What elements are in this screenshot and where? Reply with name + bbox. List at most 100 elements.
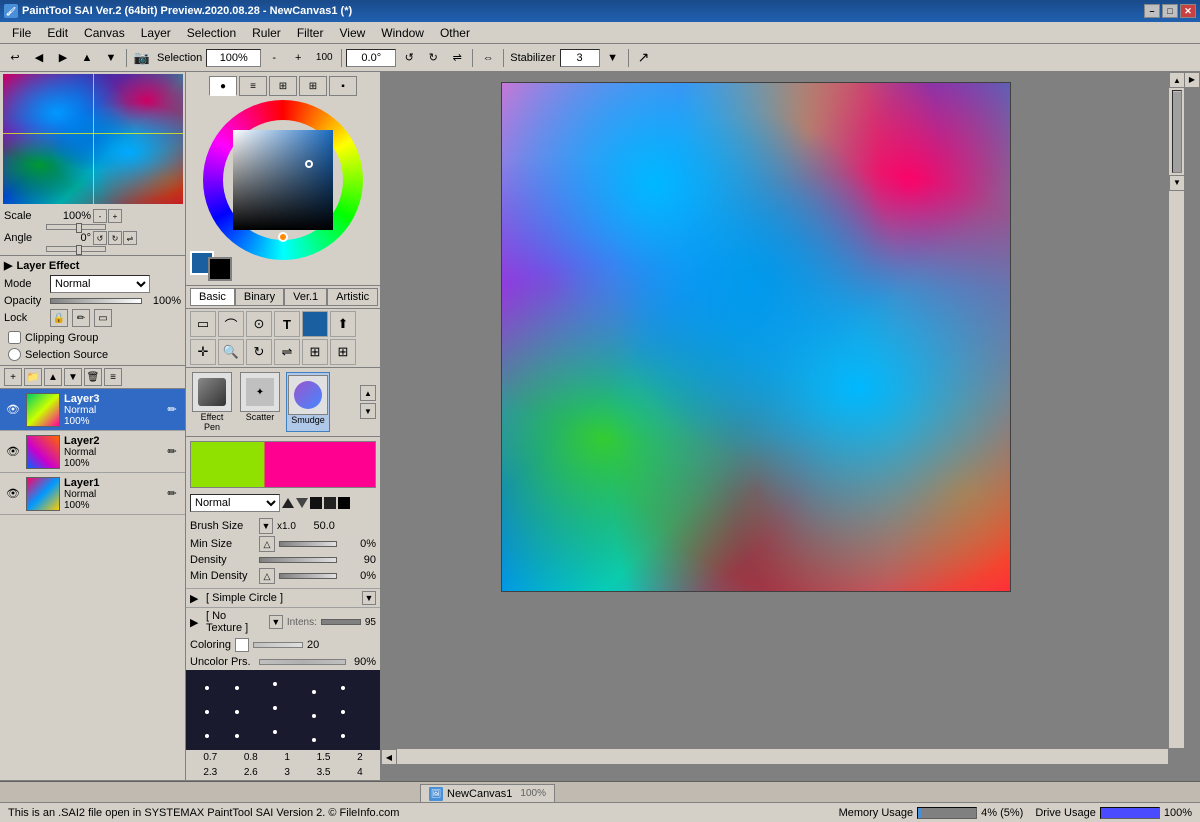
- shape-rect-darkest[interactable]: [338, 497, 350, 509]
- minimize-button[interactable]: –: [1144, 4, 1160, 18]
- layer3-eye[interactable]: 👁: [4, 401, 22, 419]
- menu-file[interactable]: File: [4, 24, 39, 42]
- rotate-cw-btn[interactable]: ↻: [108, 231, 122, 245]
- tool-mirror[interactable]: ⇌: [274, 339, 300, 365]
- layer2-pen[interactable]: ✏: [163, 443, 181, 461]
- layer-item-1[interactable]: 👁 Layer1 Normal 100% ✏: [0, 473, 185, 515]
- uncolor-slider[interactable]: [259, 659, 346, 665]
- color-tab-wheel[interactable]: ●: [209, 76, 237, 96]
- menu-other[interactable]: Other: [432, 24, 478, 42]
- menu-filter[interactable]: Filter: [289, 24, 332, 42]
- v-scroll-thumb[interactable]: [1173, 92, 1181, 172]
- coloring-checkbox[interactable]: [235, 638, 249, 652]
- lock-icon-btn1[interactable]: 🔒: [50, 309, 68, 327]
- blend-mode-select[interactable]: Normal Multiply Screen: [190, 494, 280, 512]
- layer2-eye[interactable]: 👁: [4, 443, 22, 461]
- v-scrollbar[interactable]: [1172, 90, 1182, 173]
- tool-lasso[interactable]: ⌒: [218, 311, 244, 337]
- menu-ruler[interactable]: Ruler: [244, 24, 289, 42]
- tool-text[interactable]: T: [274, 311, 300, 337]
- menu-selection[interactable]: Selection: [179, 24, 244, 42]
- texture-dropdown[interactable]: ▼: [269, 615, 283, 629]
- new-layer-btn[interactable]: +: [4, 368, 22, 386]
- menu-edit[interactable]: Edit: [39, 24, 76, 42]
- zoom-plus[interactable]: +: [287, 47, 309, 69]
- nav-right[interactable]: ▶: [52, 47, 74, 69]
- shape-dropdown[interactable]: ▼: [362, 591, 376, 605]
- tool-transform[interactable]: ⊞: [302, 339, 328, 365]
- tool-color[interactable]: [302, 311, 328, 337]
- nav-down[interactable]: ▼: [100, 47, 122, 69]
- tool-move[interactable]: ✛: [190, 339, 216, 365]
- tool-eyedropper[interactable]: ⬆: [330, 311, 356, 337]
- clipping-group-check[interactable]: [8, 331, 21, 344]
- swap-colors[interactable]: ↕: [222, 257, 228, 271]
- delete-layer-btn[interactable]: 🗑: [84, 368, 102, 386]
- flip-btn[interactable]: ⇌: [123, 231, 137, 245]
- brush-type-effect-pen[interactable]: EffectPen: [190, 372, 234, 432]
- intensity-slider[interactable]: [321, 619, 361, 625]
- new-folder-btn[interactable]: 📁: [24, 368, 42, 386]
- expand-icon[interactable]: ⇔: [477, 47, 499, 69]
- menu-canvas[interactable]: Canvas: [76, 24, 133, 42]
- color-tab-swatches[interactable]: ⊞: [299, 76, 327, 96]
- layer-options-btn[interactable]: ≡: [104, 368, 122, 386]
- layer-item-3[interactable]: 👁 Layer3 Normal 100% ✏: [0, 389, 185, 431]
- v-scroll-down[interactable]: ▼: [1169, 175, 1184, 191]
- tool-selection[interactable]: ▭: [190, 311, 216, 337]
- layer1-eye[interactable]: 👁: [4, 485, 22, 503]
- brush-scroll-up[interactable]: ▲: [360, 385, 376, 401]
- coloring-slider[interactable]: [253, 642, 303, 648]
- tool-rotate[interactable]: ↻: [246, 339, 272, 365]
- canvas-image[interactable]: [501, 82, 1011, 592]
- menu-layer[interactable]: Layer: [133, 24, 179, 42]
- opacity-slider[interactable]: [50, 298, 142, 304]
- color-tab-mixer[interactable]: ⊞: [269, 76, 297, 96]
- tool-magic-wand[interactable]: ⊙: [246, 311, 272, 337]
- tool-cursor[interactable]: ↗: [633, 47, 655, 69]
- maximize-button[interactable]: □: [1162, 4, 1178, 18]
- shape-triangle-up[interactable]: [282, 498, 294, 508]
- stabilizer-dropdown[interactable]: ▼: [602, 47, 624, 69]
- brush-type-scatter[interactable]: ✦ Scatter: [238, 372, 282, 432]
- brush-size-dropdown[interactable]: ▼: [259, 518, 273, 534]
- color-square[interactable]: [233, 130, 333, 230]
- scale-minus[interactable]: -: [93, 209, 107, 223]
- angle-input[interactable]: [346, 49, 396, 67]
- color-tab-history[interactable]: ▪: [329, 76, 357, 96]
- brush-tab-basic[interactable]: Basic: [190, 288, 235, 306]
- mode-select[interactable]: Normal Multiply Screen Overlay: [50, 275, 150, 293]
- scale-slider[interactable]: [46, 224, 106, 230]
- min-size-slider[interactable]: [279, 541, 337, 547]
- layer-item-2[interactable]: 👁 Layer2 Normal 100% ✏: [0, 431, 185, 473]
- layer3-pen[interactable]: ✏: [163, 401, 181, 419]
- brush-tab-artistic[interactable]: Artistic: [327, 288, 378, 306]
- scale-plus[interactable]: +: [108, 209, 122, 223]
- canvas-scroll-right[interactable]: ▶: [1184, 72, 1200, 88]
- tool-grid[interactable]: ⊞: [330, 339, 356, 365]
- density-slider[interactable]: [259, 557, 337, 563]
- rotate-ccw[interactable]: ↺: [398, 47, 420, 69]
- stabilizer-input[interactable]: [560, 49, 600, 67]
- selection-source-radio[interactable]: [8, 348, 21, 361]
- shape-triangle-down[interactable]: [296, 498, 308, 508]
- lock-icon-btn3[interactable]: ▭: [94, 309, 112, 327]
- rotate-cw[interactable]: ↻: [422, 47, 444, 69]
- v-scroll-up[interactable]: ▲: [1169, 72, 1184, 88]
- lock-icon-btn2[interactable]: ✏: [72, 309, 90, 327]
- rotate-ccw-btn[interactable]: ↺: [93, 231, 107, 245]
- shape-expand[interactable]: ▶: [190, 592, 202, 605]
- brush-tab-ver1[interactable]: Ver.1: [284, 288, 327, 306]
- brush-tab-binary[interactable]: Binary: [235, 288, 284, 306]
- close-button[interactable]: ✕: [1180, 4, 1196, 18]
- layer1-pen[interactable]: ✏: [163, 485, 181, 503]
- brush-scroll-down[interactable]: ▼: [360, 403, 376, 419]
- color-tab-slider[interactable]: ≡: [239, 76, 267, 96]
- zoom-fit[interactable]: 100: [311, 47, 337, 69]
- min-density-slider[interactable]: [279, 573, 337, 579]
- menu-window[interactable]: Window: [373, 24, 432, 42]
- nav-up[interactable]: ▲: [76, 47, 98, 69]
- layer-up-btn[interactable]: ▲: [44, 368, 62, 386]
- shape-rect-dark[interactable]: [310, 497, 322, 509]
- layer-effect-header[interactable]: ▶ Layer Effect: [4, 258, 181, 273]
